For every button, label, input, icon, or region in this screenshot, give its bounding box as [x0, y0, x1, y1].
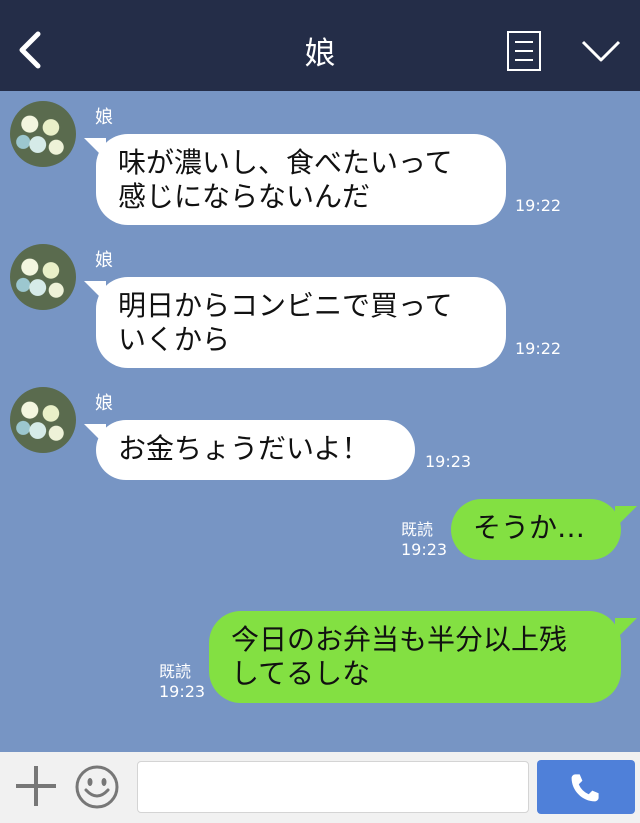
chat-header: 娘: [0, 0, 640, 91]
message-bubble-incoming[interactable]: お金ちょうだいよ！: [96, 420, 415, 480]
message-time: 19:22: [515, 196, 562, 215]
message-bubble-incoming[interactable]: 明日からコンビニで買って いくから: [96, 277, 506, 368]
plus-icon[interactable]: [14, 764, 58, 808]
message-line: 味が濃いし、食べたいって: [118, 146, 453, 179]
message-input[interactable]: [137, 761, 529, 813]
chat-area[interactable]: 娘 味が濃いし、食べたいって 感じにならないんだ 19:22 娘 明日からコンビ…: [0, 91, 640, 752]
message-line: 明日からコンビニで買って: [118, 289, 453, 322]
sender-name: 娘: [95, 393, 113, 414]
message-line: 感じにならないんだ: [118, 180, 371, 213]
message-time: 19:23: [425, 452, 472, 471]
read-receipt: 既読: [159, 662, 192, 681]
avatar[interactable]: [10, 101, 76, 167]
message-time: 19:23: [159, 682, 206, 701]
avatar[interactable]: [10, 387, 76, 453]
message-text: お金ちょうだいよ！: [118, 432, 370, 465]
notes-icon[interactable]: [507, 31, 541, 71]
sender-name: 娘: [95, 250, 113, 271]
chat-title: 娘: [304, 36, 336, 72]
smiley-icon[interactable]: [74, 764, 120, 810]
avatar[interactable]: [10, 244, 76, 310]
sender-name: 娘: [95, 107, 113, 128]
message-line: 今日のお弁当も半分以上残: [231, 623, 568, 656]
phone-icon: [571, 774, 599, 802]
message-bubble-outgoing[interactable]: そうか…: [451, 499, 621, 560]
message-line: いくから: [118, 323, 231, 356]
message-line: してるしな: [231, 657, 371, 690]
message-time: 19:23: [401, 540, 448, 559]
chevron-down-icon[interactable]: [580, 38, 622, 64]
message-text: そうか…: [473, 511, 586, 544]
read-receipt: 既読: [401, 520, 434, 539]
message-bubble-outgoing[interactable]: 今日のお弁当も半分以上残 してるしな: [209, 611, 621, 703]
message-time: 19:22: [515, 339, 562, 358]
bubble-tail: [615, 506, 637, 528]
call-button[interactable]: [537, 760, 635, 814]
bubble-tail: [615, 618, 637, 640]
message-bubble-incoming[interactable]: 味が濃いし、食べたいって 感じにならないんだ: [96, 134, 506, 225]
